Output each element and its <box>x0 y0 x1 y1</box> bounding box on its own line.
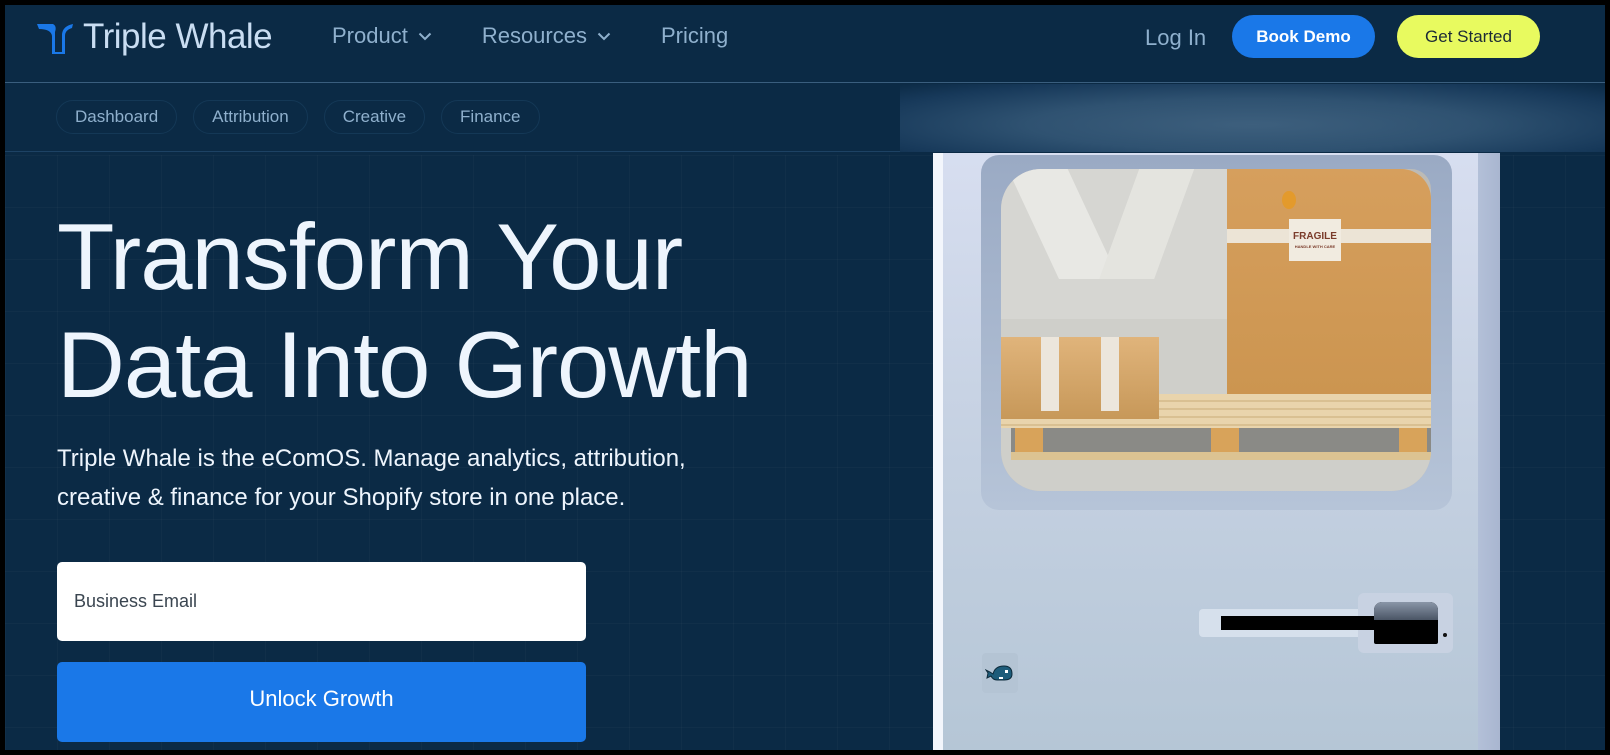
photo-letter-shape <box>1003 169 1119 279</box>
main-nav-links: Product Resources Pricing <box>332 23 728 49</box>
pallet-block <box>1399 428 1427 452</box>
box-sticker <box>1282 191 1296 209</box>
pill-dashboard[interactable]: Dashboard <box>56 100 178 134</box>
brand-logo[interactable]: Triple Whale <box>35 17 273 57</box>
business-email-input[interactable] <box>57 562 586 641</box>
hero-subtext: Triple Whale is the eComOS. Manage analy… <box>57 439 817 517</box>
nav-pricing-link[interactable]: Pricing <box>661 23 728 49</box>
illustration-glow <box>900 84 1605 152</box>
fragile-text: FRAGILE <box>1293 231 1337 242</box>
nav-product-dropdown[interactable]: Product <box>332 23 432 49</box>
pill-creative[interactable]: Creative <box>323 100 426 134</box>
pallet-base <box>1011 452 1431 460</box>
nav-resources-label: Resources <box>481 23 587 48</box>
fragile-subtext: HANDLE WITH CARE <box>1294 244 1336 249</box>
unlock-growth-button[interactable]: Unlock Growth <box>57 662 586 742</box>
power-led <box>1443 633 1447 637</box>
page: Triple Whale Product Resources Pricing L… <box>5 5 1605 750</box>
get-started-button[interactable]: Get Started <box>1397 15 1540 58</box>
nav-resources-dropdown[interactable]: Resources <box>482 23 611 49</box>
brand-name: Triple Whale <box>83 17 273 56</box>
pill-finance[interactable]: Finance <box>441 100 540 134</box>
nav-pricing-label: Pricing <box>660 23 729 48</box>
pallet-block <box>1211 428 1239 452</box>
hero-headline: Transform Your Data Into Growth <box>57 203 897 419</box>
login-link[interactable]: Log In <box>1145 25 1206 51</box>
top-nav: Triple Whale Product Resources Pricing L… <box>5 5 1605 83</box>
large-cardboard-box: FRAGILE HANDLE WITH CARE <box>1227 169 1431 394</box>
subtext-line-2: creative & finance for your Shopify stor… <box>57 484 626 511</box>
feature-pills: Dashboard Attribution Creative Finance <box>56 100 540 134</box>
floppy-eject-button <box>1374 602 1438 644</box>
retro-computer-illustration: FRAGILE HANDLE WITH CARE <box>933 153 1500 750</box>
pallet-block <box>1015 428 1043 452</box>
photo-letter-shape <box>1099 169 1198 279</box>
subtext-line-1: Triple Whale is the eComOS. Manage analy… <box>57 445 686 472</box>
box-tape <box>1101 337 1119 411</box>
nav-product-label: Product <box>332 23 408 48</box>
whale-tail-logo-icon <box>37 24 73 54</box>
book-demo-button[interactable]: Book Demo <box>1232 15 1375 58</box>
headline-line-1: Transform Your <box>57 204 683 309</box>
pill-attribution[interactable]: Attribution <box>193 100 308 134</box>
fragile-label: FRAGILE HANDLE WITH CARE <box>1289 219 1341 261</box>
whale-icon <box>985 665 1013 681</box>
screen-photo: FRAGILE HANDLE WITH CARE <box>1001 169 1431 491</box>
box-tape <box>1041 337 1059 411</box>
whale-badge <box>982 653 1018 693</box>
computer-edge-highlight <box>933 153 943 750</box>
chevron-down-icon <box>597 32 611 40</box>
small-cardboard-box <box>1001 337 1159 419</box>
chevron-down-icon <box>418 32 432 40</box>
photo-wall <box>1001 169 1231 329</box>
floppy-slot <box>1221 616 1381 630</box>
headline-line-2: Data Into Growth <box>57 312 753 417</box>
